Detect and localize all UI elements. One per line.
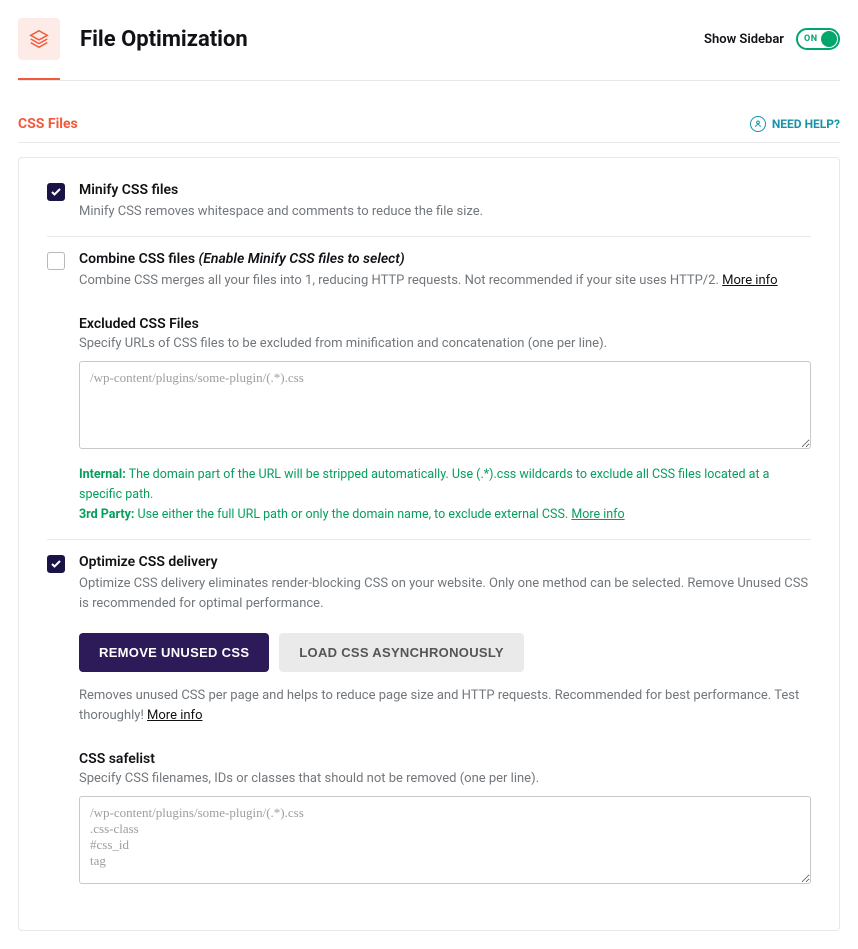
toggle-on-text: ON bbox=[804, 34, 818, 44]
optimize-css-title: Optimize CSS delivery bbox=[79, 554, 811, 570]
option-optimize-css: Optimize CSS delivery Optimize CSS deliv… bbox=[47, 539, 811, 902]
css-safelist-textarea[interactable] bbox=[79, 796, 811, 884]
css-options-panel: Minify CSS files Minify CSS removes whit… bbox=[18, 157, 840, 931]
combine-css-title-text: Combine CSS files bbox=[79, 251, 195, 267]
css-safelist-desc: Specify CSS filenames, IDs or classes th… bbox=[79, 771, 811, 786]
note-internal-label: Internal: bbox=[79, 467, 126, 482]
excluded-css-textarea[interactable] bbox=[79, 361, 811, 449]
divider bbox=[18, 80, 840, 81]
layers-icon bbox=[18, 18, 60, 60]
option-combine-css: Combine CSS files (Enable Minify CSS fil… bbox=[47, 236, 811, 540]
section-title-css-files: CSS Files bbox=[18, 116, 78, 132]
divider bbox=[18, 142, 840, 143]
combine-css-title: Combine CSS files (Enable Minify CSS fil… bbox=[79, 251, 811, 267]
minify-css-desc: Minify CSS removes whitespace and commen… bbox=[79, 202, 811, 222]
excluded-css-block: Excluded CSS Files Specify URLs of CSS f… bbox=[79, 316, 811, 525]
remove-unused-css-button[interactable]: REMOVE UNUSED CSS bbox=[79, 633, 269, 672]
optimize-css-desc: Optimize CSS delivery eliminates render-… bbox=[79, 574, 811, 613]
page-header: File Optimization Show Sidebar ON bbox=[18, 18, 840, 78]
css-safelist-block: CSS safelist Specify CSS filenames, IDs … bbox=[79, 751, 811, 888]
remove-unused-css-desc: Removes unused CSS per page and helps to… bbox=[79, 686, 811, 725]
combine-css-checkbox[interactable] bbox=[47, 252, 65, 270]
note-3rdparty-label: 3rd Party: bbox=[79, 507, 134, 522]
option-minify-css: Minify CSS files Minify CSS removes whit… bbox=[47, 182, 811, 236]
optimize-more-info-link[interactable]: More info bbox=[147, 708, 202, 723]
combine-css-desc: Combine CSS merges all your files into 1… bbox=[79, 271, 811, 291]
optimize-css-checkbox[interactable] bbox=[47, 555, 65, 573]
excluded-more-info-link[interactable]: More info bbox=[571, 507, 624, 522]
note-internal-text: The domain part of the URL will be strip… bbox=[79, 467, 769, 502]
need-help-link[interactable]: NEED HELP? bbox=[750, 116, 840, 132]
css-delivery-method-buttons: REMOVE UNUSED CSS LOAD CSS ASYNCHRONOUSL… bbox=[79, 633, 811, 672]
help-icon bbox=[750, 116, 766, 132]
minify-css-checkbox[interactable] bbox=[47, 183, 65, 201]
toggle-knob bbox=[821, 31, 837, 47]
excluded-css-desc: Specify URLs of CSS files to be excluded… bbox=[79, 336, 811, 351]
show-sidebar-toggle[interactable]: ON bbox=[796, 28, 840, 50]
combine-css-hint: (Enable Minify CSS files to select) bbox=[199, 251, 405, 267]
show-sidebar-label: Show Sidebar bbox=[704, 32, 784, 47]
combine-more-info-link[interactable]: More info bbox=[722, 273, 777, 288]
excluded-css-note: Internal: The domain part of the URL wil… bbox=[79, 465, 811, 525]
note-3rdparty-text: Use either the full URL path or only the… bbox=[138, 507, 569, 522]
load-css-async-button[interactable]: LOAD CSS ASYNCHRONOUSLY bbox=[279, 633, 524, 672]
minify-css-title: Minify CSS files bbox=[79, 182, 811, 198]
page-title: File Optimization bbox=[80, 27, 248, 52]
css-safelist-title: CSS safelist bbox=[79, 751, 811, 767]
need-help-text: NEED HELP? bbox=[772, 117, 840, 131]
excluded-css-title: Excluded CSS Files bbox=[79, 316, 811, 332]
